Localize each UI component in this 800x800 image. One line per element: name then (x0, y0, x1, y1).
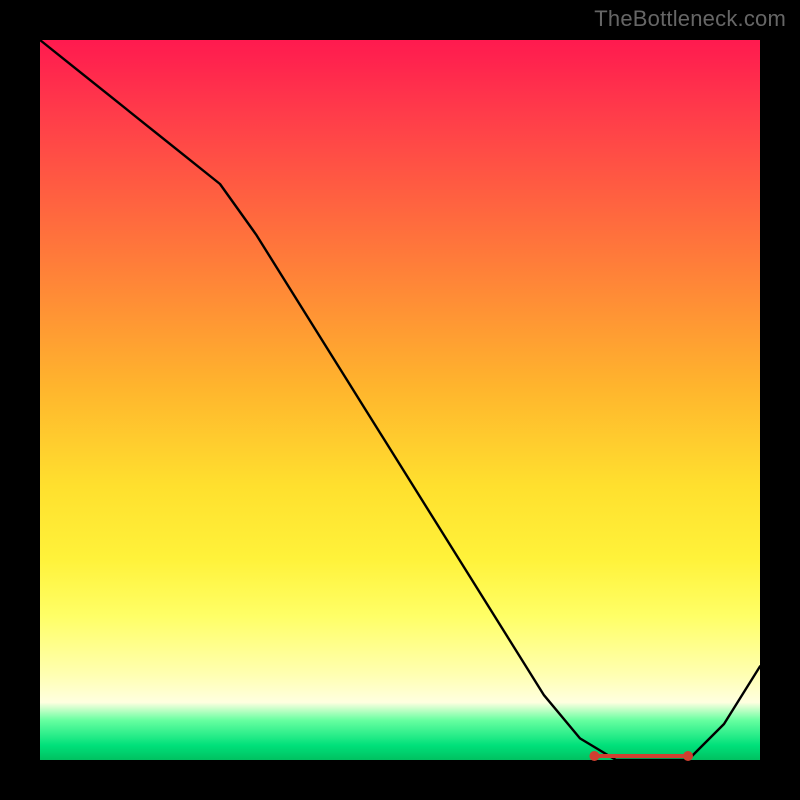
main-line (40, 40, 760, 760)
plot-area (40, 40, 760, 760)
chart-svg (40, 40, 760, 760)
chart-frame: TheBottleneck.com (0, 0, 800, 800)
marker-dot-right (683, 751, 693, 761)
watermark-text: TheBottleneck.com (594, 6, 786, 32)
marker-dot-left (589, 751, 599, 761)
